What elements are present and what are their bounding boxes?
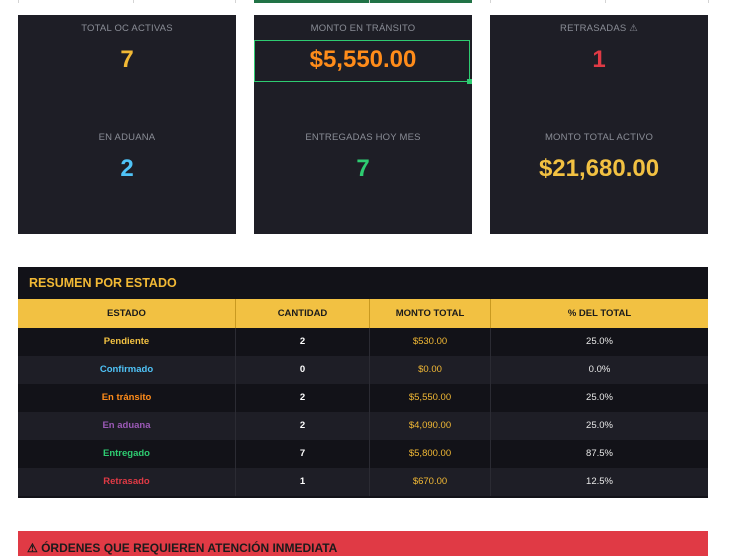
kpi-label: TOTAL OC ACTIVAS — [81, 23, 173, 34]
cell-porcentaje[interactable]: 0.0% — [491, 356, 708, 384]
cell-porcentaje[interactable]: 25.0% — [491, 328, 708, 356]
cell-estado[interactable]: Retrasado — [18, 468, 236, 496]
cell-cantidad[interactable]: 2 — [236, 384, 370, 412]
column-header-estado[interactable]: ESTADO — [18, 299, 236, 328]
kpi-label: RETRASADAS ⚠ — [560, 23, 638, 34]
kpi-value: $21,680.00 — [538, 155, 660, 182]
table-row[interactable]: En aduana 2 $4,090.00 25.0% — [18, 412, 708, 440]
kpi-label: MONTO TOTAL ACTIVO — [544, 132, 654, 143]
column-header-porcentaje[interactable]: % DEL TOTAL — [491, 299, 708, 328]
kpi-label: MONTO EN TRÁNSITO — [310, 23, 416, 34]
kpi-label: EN ADUANA — [98, 132, 156, 143]
cell-cantidad[interactable]: 1 — [236, 468, 370, 496]
cell-cantidad[interactable]: 7 — [236, 440, 370, 468]
kpi-value: 2 — [120, 155, 134, 182]
table-row[interactable]: Pendiente 2 $530.00 25.0% — [18, 328, 708, 356]
table-header-row: ESTADO CANTIDAD MONTO TOTAL % DEL TOTAL — [18, 299, 708, 328]
kpi-value: 1 — [592, 46, 606, 73]
cell-cantidad[interactable]: 0 — [236, 356, 370, 384]
kpi-entregadas-hoy-mes[interactable]: ENTREGADAS HOY MES 7 — [254, 124, 472, 224]
cell-estado[interactable]: Pendiente — [18, 328, 236, 356]
table-row[interactable]: Retrasado 1 $670.00 12.5% — [18, 468, 708, 496]
cell-monto[interactable]: $5,800.00 — [370, 440, 491, 468]
column-header-monto-total[interactable]: MONTO TOTAL — [370, 299, 491, 328]
kpi-monto-total-activo[interactable]: MONTO TOTAL ACTIVO $21,680.00 — [490, 124, 708, 224]
cell-monto[interactable]: $530.00 — [370, 328, 491, 356]
column-gridlines — [0, 0, 751, 3]
kpi-retrasadas[interactable]: RETRASADAS ⚠ 1 — [490, 15, 708, 115]
table-row[interactable]: Entregado 7 $5,800.00 87.5% — [18, 440, 708, 468]
cell-estado[interactable]: En aduana — [18, 412, 236, 440]
cell-estado[interactable]: Entregado — [18, 440, 236, 468]
cell-monto[interactable]: $0.00 — [370, 356, 491, 384]
alert-title: ⚠ ÓRDENES QUE REQUIEREN ATENCIÓN INMEDIA… — [27, 541, 338, 555]
summary-table: RESUMEN POR ESTADO ESTADO CANTIDAD MONTO… — [18, 267, 708, 498]
summary-title: RESUMEN POR ESTADO — [29, 276, 177, 290]
kpi-total-oc-activas[interactable]: TOTAL OC ACTIVAS 7 — [18, 15, 236, 115]
fill-handle[interactable] — [467, 79, 472, 84]
cell-porcentaje[interactable]: 12.5% — [491, 468, 708, 496]
selected-column-indicator — [254, 0, 472, 3]
table-row[interactable]: Confirmado 0 $0.00 0.0% — [18, 356, 708, 384]
selected-cell[interactable] — [254, 40, 472, 84]
alert-banner[interactable]: ⚠ ÓRDENES QUE REQUIEREN ATENCIÓN INMEDIA… — [18, 531, 708, 556]
cell-monto[interactable]: $4,090.00 — [370, 412, 491, 440]
cell-porcentaje[interactable]: 25.0% — [491, 384, 708, 412]
cell-porcentaje[interactable]: 25.0% — [491, 412, 708, 440]
column-header-cantidad[interactable]: CANTIDAD — [236, 299, 370, 328]
kpi-value: 7 — [120, 46, 134, 73]
cell-estado[interactable]: Confirmado — [18, 356, 236, 384]
table-row[interactable]: En tránsito 2 $5,550.00 25.0% — [18, 384, 708, 412]
cell-monto[interactable]: $5,550.00 — [370, 384, 491, 412]
cell-porcentaje[interactable]: 87.5% — [491, 440, 708, 468]
cell-monto[interactable]: $670.00 — [370, 468, 491, 496]
cell-cantidad[interactable]: 2 — [236, 412, 370, 440]
kpi-label: ENTREGADAS HOY MES — [305, 132, 421, 143]
cell-cantidad[interactable]: 2 — [236, 328, 370, 356]
kpi-en-aduana[interactable]: EN ADUANA 2 — [18, 124, 236, 224]
cell-estado[interactable]: En tránsito — [18, 384, 236, 412]
kpi-value: 7 — [356, 155, 370, 182]
